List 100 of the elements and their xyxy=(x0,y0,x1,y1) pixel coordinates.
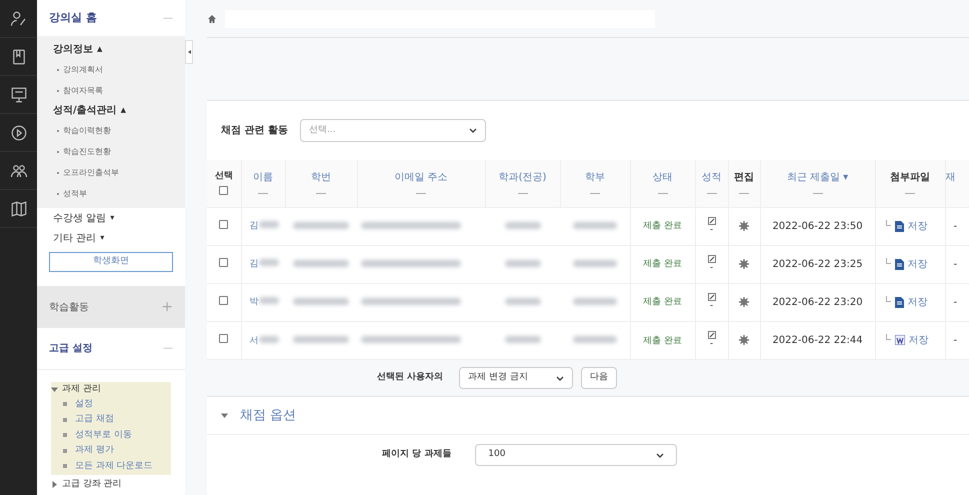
word-file-icon xyxy=(894,335,904,346)
bulk-action-select[interactable]: 과제 변경 금지 xyxy=(459,367,574,389)
caret-icon[interactable] xyxy=(51,386,58,394)
per-page-select[interactable]: 100 xyxy=(475,444,678,466)
tree-link[interactable]: 설정 xyxy=(75,398,93,411)
redacted-text xyxy=(504,260,540,266)
redacted-text xyxy=(504,336,540,343)
grade-text: - xyxy=(710,225,714,235)
cell-text: - xyxy=(954,334,958,346)
grade-text: - xyxy=(710,339,714,350)
redacted-text xyxy=(293,260,349,266)
header-label: 선택 xyxy=(214,170,233,183)
file-link[interactable]: 저장 xyxy=(908,218,928,234)
gear-icon[interactable] xyxy=(739,335,749,346)
redacted-text xyxy=(572,336,617,343)
edit-icon[interactable] xyxy=(708,293,716,301)
student-name-link[interactable]: 김 xyxy=(250,221,258,232)
select-all-checkbox[interactable] xyxy=(219,186,228,194)
caret-icon[interactable] xyxy=(221,412,228,419)
field-label: 채점 관련 활동 xyxy=(221,124,288,138)
section-title[interactable]: 고급 설정 xyxy=(49,341,92,356)
edit-icon[interactable] xyxy=(708,217,716,225)
next-button[interactable]: 다음 xyxy=(581,367,618,389)
row-checkbox[interactable] xyxy=(219,334,228,343)
row-checkbox[interactable] xyxy=(219,296,228,304)
gear-icon[interactable] xyxy=(739,258,749,269)
tree-link[interactable]: 고급 채점 xyxy=(75,413,114,426)
section-title[interactable]: 채점 옵션 xyxy=(240,406,296,426)
caret-icon[interactable] xyxy=(51,481,58,488)
edit-icon[interactable] xyxy=(708,331,716,340)
menu-link[interactable]: 학습이력현황 xyxy=(63,124,111,136)
header-label[interactable]: 학부 xyxy=(585,170,605,185)
collapse-handle[interactable] xyxy=(185,40,193,64)
field-label: 선택된 사용자의 xyxy=(377,371,444,384)
tree-link[interactable]: 성적부로 이동 xyxy=(75,428,132,442)
menu-group-title[interactable]: 강의정보 xyxy=(53,42,93,57)
student-view-button[interactable]: 학생화면 xyxy=(49,252,173,272)
submission-date: 2022-06-22 23:25 xyxy=(772,258,863,270)
header-label[interactable]: 이름 xyxy=(253,170,273,185)
header-label[interactable]: 학과(전공) xyxy=(498,170,546,185)
student-name-link[interactable]: 박 xyxy=(250,297,258,308)
caret-icon[interactable]: ▾ xyxy=(110,212,114,224)
grade-text: - xyxy=(710,301,714,311)
tree-item[interactable]: 고급 강좌 관리 xyxy=(62,478,122,492)
student-name-link[interactable]: 김 xyxy=(250,259,258,270)
document-icon xyxy=(894,220,904,232)
file-link[interactable]: 저장 xyxy=(908,294,928,310)
menu-group-title[interactable]: 성적/출석관리 xyxy=(53,103,117,118)
chevron-icon xyxy=(468,128,477,133)
chevron-icon xyxy=(556,376,564,380)
header-label[interactable]: 성적 xyxy=(702,170,722,185)
row-checkbox[interactable] xyxy=(219,258,228,266)
sidebar-title[interactable]: 강의실 홈 xyxy=(49,10,97,26)
submission-date: 2022-06-22 23:20 xyxy=(772,296,863,308)
tree-link[interactable]: 과제 평가 xyxy=(75,444,114,458)
caret-icon[interactable]: ▾ xyxy=(100,232,104,244)
section-title[interactable]: 학습활동 xyxy=(49,300,89,314)
header-label[interactable]: 이메일 주소 xyxy=(394,170,448,185)
redacted-text xyxy=(258,259,278,266)
redacted-text xyxy=(572,222,617,228)
person-icon[interactable] xyxy=(10,10,28,28)
header-label[interactable]: 재 xyxy=(946,170,956,185)
menu-link[interactable]: 오프라인출석부 xyxy=(63,166,119,178)
redacted-text xyxy=(293,222,349,228)
menu-link[interactable]: 성적부 xyxy=(63,188,87,200)
row-checkbox[interactable] xyxy=(219,220,228,228)
header-label[interactable]: 최근 제출일 ▾ xyxy=(786,170,848,185)
home-icon[interactable] xyxy=(207,14,217,24)
menu-link[interactable]: 강의계획서 xyxy=(63,64,103,76)
header-label: 편집 xyxy=(734,171,754,185)
redacted-text xyxy=(504,222,540,228)
header-label[interactable]: 상태 xyxy=(652,170,672,185)
gear-icon[interactable] xyxy=(739,220,749,231)
status-text: 제출 완료 xyxy=(643,336,682,346)
grade-text: - xyxy=(710,263,714,273)
redacted-text xyxy=(572,298,617,304)
menu-dropdown[interactable]: 수강생 알림 xyxy=(53,210,106,226)
redacted-text xyxy=(504,298,540,304)
submission-date: 2022-06-22 23:50 xyxy=(772,220,863,232)
tree-item[interactable]: 과제 관리 xyxy=(62,383,101,396)
play-icon[interactable] xyxy=(10,124,28,142)
edit-icon[interactable] xyxy=(708,255,716,263)
header-label[interactable]: 학번 xyxy=(311,170,331,185)
tree-link[interactable]: 모든 과제 다운로드 xyxy=(75,460,153,473)
redacted-text xyxy=(293,336,349,343)
file-link[interactable]: 저장 xyxy=(908,332,928,348)
redacted-text xyxy=(258,221,278,228)
redacted-text xyxy=(572,260,617,266)
menu-link[interactable]: 학습진도현황 xyxy=(63,146,111,158)
menu-dropdown[interactable]: 기타 관리 xyxy=(53,230,96,246)
map-icon[interactable] xyxy=(10,200,28,218)
redacted-text xyxy=(258,336,278,342)
menu-link[interactable]: 참여자목록 xyxy=(63,84,103,96)
presentation-icon[interactable] xyxy=(10,86,28,104)
header-label: 첨부파일 xyxy=(890,171,930,185)
gear-icon[interactable] xyxy=(739,296,749,307)
activity-select[interactable]: 선택... xyxy=(300,119,486,142)
submission-date: 2022-06-22 22:44 xyxy=(772,334,863,346)
file-link[interactable]: 저장 xyxy=(908,256,928,272)
student-name-link[interactable]: 서 xyxy=(250,336,258,346)
